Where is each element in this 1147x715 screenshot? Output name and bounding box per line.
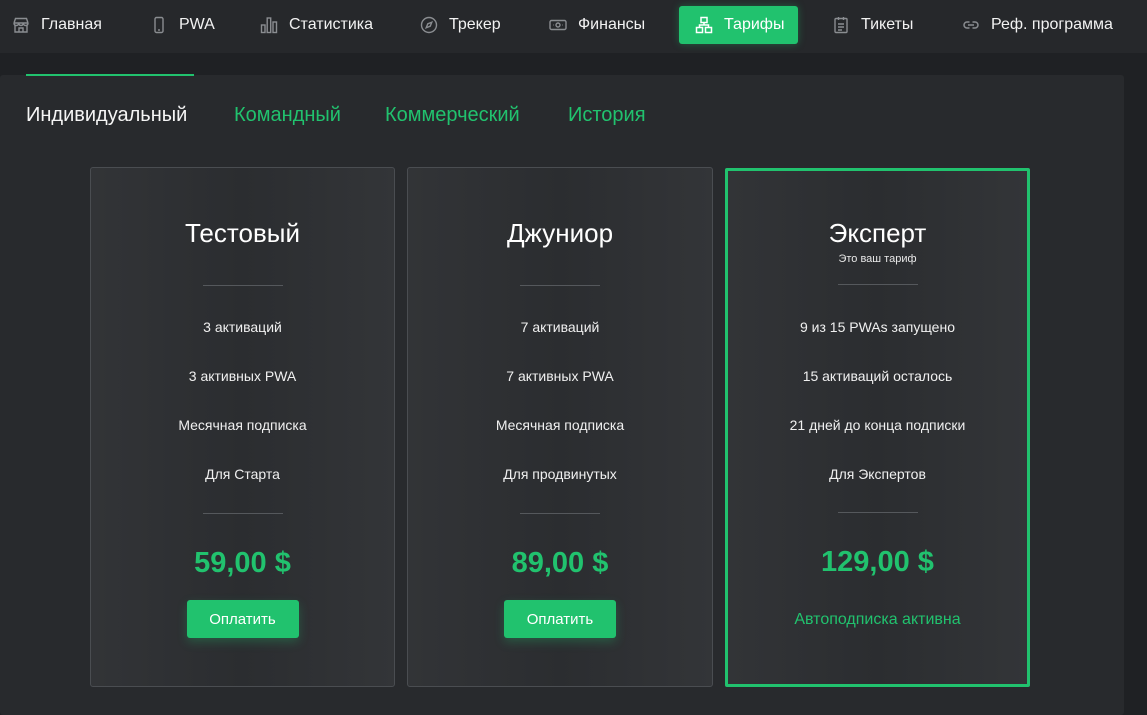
plan-price: 59,00 $ (194, 547, 291, 579)
divider (520, 285, 600, 286)
plan-title: Тестовый (185, 218, 300, 248)
plan-feature: 7 активаций (520, 319, 600, 335)
nav-item-pwa[interactable]: PWA (150, 6, 215, 44)
nav-label-finance: Финансы (578, 16, 646, 33)
plan-feature: Для продвинутых (503, 466, 617, 482)
tab-history[interactable]: История (568, 104, 646, 127)
plan-feature: Месячная подписка (178, 417, 307, 433)
plan-feature: 7 активных PWA (506, 368, 614, 384)
nav-item-tickets[interactable]: Тикеты (832, 6, 913, 44)
tab-team[interactable]: Командный (234, 104, 341, 127)
nav-item-home[interactable]: Главная (12, 6, 102, 44)
plan-card-junior: Джуниор 7 активаций 7 активных PWA Месяч… (407, 167, 713, 687)
divider (202, 513, 283, 514)
plan-feature: 3 активных PWA (188, 368, 297, 384)
pay-button[interactable]: Оплатить (186, 600, 299, 638)
active-tab-indicator (26, 74, 194, 76)
pay-button[interactable]: Оплатить (504, 600, 616, 638)
sitemap-icon (695, 16, 713, 34)
bar-chart-icon (260, 16, 278, 34)
nav-item-tracker[interactable]: Трекер (420, 6, 501, 44)
divider (837, 512, 918, 513)
nav-label-tariffs: Тарифы (724, 16, 785, 33)
current-plan-note: Это ваш тариф (838, 253, 917, 265)
top-navigation: Главная PWA Статистика Трекер Финансы Та… (0, 0, 1147, 53)
banknote-icon (549, 16, 567, 34)
divider (202, 285, 283, 286)
divider (837, 284, 918, 285)
plan-feature: 9 из 15 PWAs запущено (800, 319, 955, 335)
nav-item-tariffs[interactable]: Тарифы (679, 6, 799, 44)
plan-feature: Месячная подписка (495, 417, 625, 433)
plan-title: Джуниор (506, 218, 614, 248)
plan-feature: 3 активаций (203, 319, 282, 335)
nav-label-home: Главная (41, 16, 102, 33)
plan-card-test: Тестовый 3 активаций 3 активных PWA Меся… (90, 167, 395, 687)
autosubscription-status: Автоподписка активна (794, 611, 961, 628)
nav-label-tickets: Тикеты (861, 16, 914, 33)
store-icon (12, 16, 30, 34)
plan-price: 89,00 $ (511, 547, 609, 579)
tab-individual[interactable]: Индивидуальный (26, 104, 187, 127)
nav-label-referral: Реф. программа (991, 16, 1113, 33)
nav-item-statistics[interactable]: Статистика (260, 6, 373, 44)
tab-commercial[interactable]: Коммерческий (385, 104, 520, 127)
plan-feature: 15 активаций осталось (802, 368, 953, 384)
nav-item-finance[interactable]: Финансы (549, 6, 645, 44)
plan-title: Эксперт (828, 218, 927, 248)
phone-icon (150, 16, 168, 34)
nav-label-pwa: PWA (179, 16, 215, 33)
link-icon (962, 16, 980, 34)
nav-label-tracker: Трекер (449, 16, 501, 33)
nav-label-statistics: Статистика (289, 16, 374, 33)
plan-card-expert: Эксперт Это ваш тариф 9 из 15 PWAs запущ… (725, 168, 1030, 687)
plan-feature: Для Экспертов (829, 466, 926, 482)
plan-price: 129,00 $ (821, 546, 934, 578)
plan-feature: 21 дней до конца подписки (789, 417, 966, 433)
clipboard-icon (832, 16, 850, 34)
plan-feature: Для Старта (205, 466, 280, 482)
divider (520, 513, 600, 514)
compass-icon (420, 16, 438, 34)
nav-item-referral[interactable]: Реф. программа (962, 6, 1113, 44)
